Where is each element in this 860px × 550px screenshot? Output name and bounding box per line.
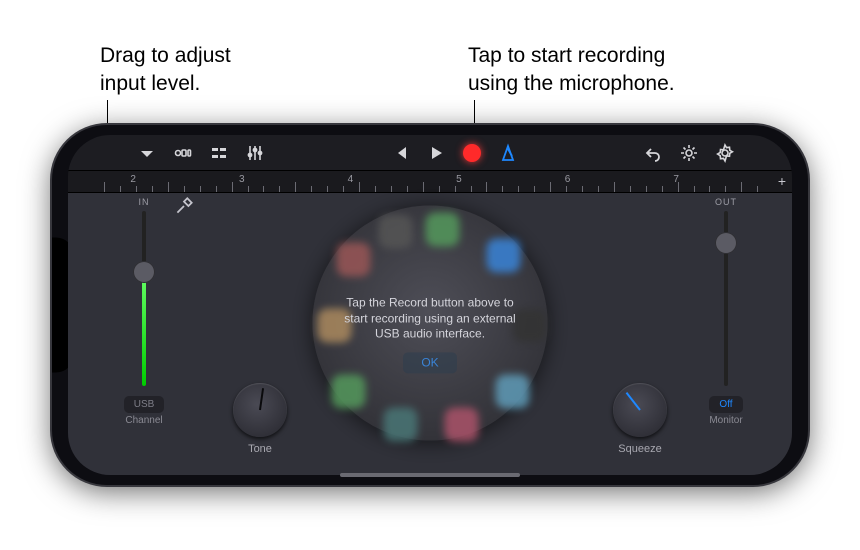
record-button[interactable] xyxy=(455,140,489,166)
view-tracks-button[interactable] xyxy=(166,140,200,166)
view-regions-button[interactable] xyxy=(202,140,236,166)
tone-knob[interactable] xyxy=(233,383,287,437)
annotation-input-level: Drag to adjust input level. xyxy=(100,42,231,99)
phone-frame: 2 3 4 5 6 7 + IN USB Channel xyxy=(52,125,808,485)
settings-button[interactable] xyxy=(708,140,742,166)
metronome-button[interactable] xyxy=(491,140,525,166)
tone-knob-label: Tone xyxy=(233,443,287,455)
input-level-slider[interactable] xyxy=(142,211,146,386)
preset-icon[interactable] xyxy=(486,238,520,272)
wheel-ok-button[interactable]: OK xyxy=(403,352,456,374)
preset-icon[interactable] xyxy=(425,212,459,246)
monitor-toggle[interactable]: Off xyxy=(709,396,742,413)
ruler-add-icon[interactable]: + xyxy=(778,173,786,189)
monitor-caption: Monitor xyxy=(696,415,756,426)
preset-icon[interactable] xyxy=(378,215,412,249)
home-indicator[interactable] xyxy=(340,473,520,477)
ruler-number: 2 xyxy=(130,174,136,185)
output-level-column: OUT Off Monitor xyxy=(696,197,756,426)
squeeze-knob-label: Squeeze xyxy=(613,443,667,455)
record-icon xyxy=(463,144,481,162)
preset-icon[interactable] xyxy=(383,407,417,441)
main-panel: IN USB Channel OUT Off Monitor xyxy=(68,193,792,475)
toolbar xyxy=(68,135,792,171)
menu-button[interactable] xyxy=(130,140,164,166)
previous-button[interactable] xyxy=(383,140,417,166)
input-level-label: IN xyxy=(114,197,174,207)
squeeze-knob-group: Squeeze xyxy=(613,383,667,455)
annotation-record: Tap to start recording using the microph… xyxy=(468,42,675,99)
input-level-fill xyxy=(142,272,146,386)
timeline-ruler[interactable]: 2 3 4 5 6 7 + xyxy=(68,171,792,193)
ruler-number: 6 xyxy=(565,174,571,185)
preset-wheel[interactable]: Tap the Record button above to start rec… xyxy=(313,205,548,440)
preset-icon[interactable] xyxy=(336,243,370,277)
input-level-thumb[interactable] xyxy=(133,261,155,283)
tone-knob-group: Tone xyxy=(233,383,287,455)
output-level-slider[interactable] xyxy=(724,211,728,386)
preset-icon[interactable] xyxy=(444,407,478,441)
undo-button[interactable] xyxy=(636,140,670,166)
plug-icon[interactable] xyxy=(173,195,195,220)
preset-icon[interactable] xyxy=(496,374,530,408)
ruler-number: 5 xyxy=(456,174,462,185)
play-button[interactable] xyxy=(419,140,453,166)
ruler-number: 3 xyxy=(239,174,245,185)
input-channel-caption: Channel xyxy=(114,415,174,426)
wheel-tooltip: Tap the Record button above to start rec… xyxy=(338,295,523,373)
app-screen: 2 3 4 5 6 7 + IN USB Channel xyxy=(68,135,792,475)
mixer-button[interactable] xyxy=(238,140,272,166)
input-level-column: IN USB Channel xyxy=(114,197,174,426)
preset-icon[interactable] xyxy=(331,374,365,408)
input-channel-button[interactable]: USB xyxy=(124,396,165,413)
output-level-thumb[interactable] xyxy=(715,232,737,254)
squeeze-knob[interactable] xyxy=(613,383,667,437)
ruler-number: 4 xyxy=(348,174,354,185)
output-level-label: OUT xyxy=(696,197,756,207)
display-settings-button[interactable] xyxy=(672,140,706,166)
wheel-tooltip-text: Tap the Record button above to start rec… xyxy=(338,295,523,342)
